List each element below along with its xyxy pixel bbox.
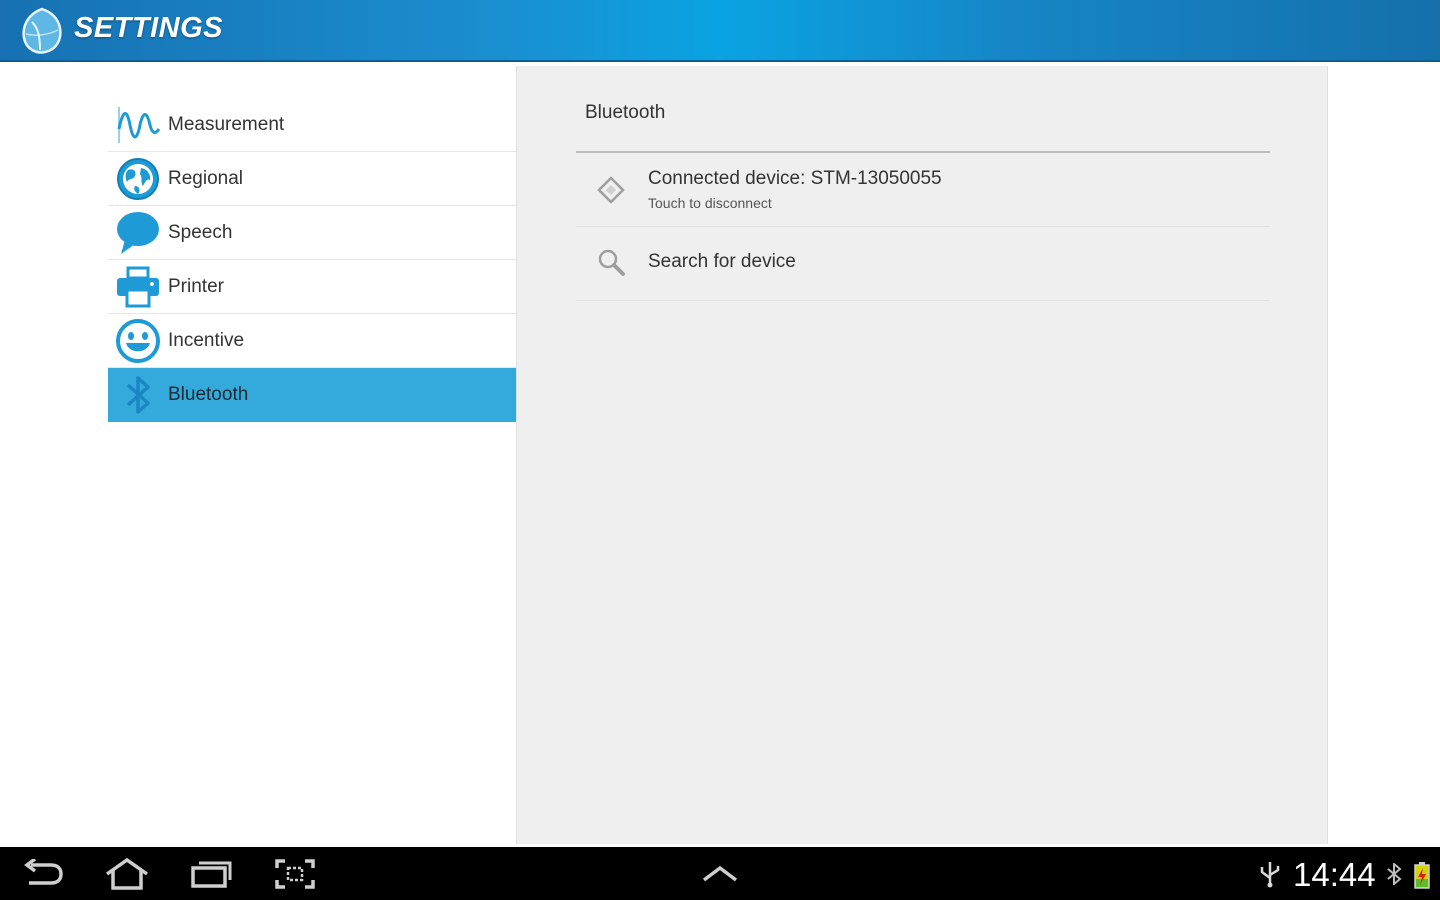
app-header: SETTINGS <box>0 0 1440 62</box>
bluetooth-status-icon <box>1387 863 1402 885</box>
usb-icon <box>1260 862 1280 888</box>
back-button[interactable] <box>20 857 66 891</box>
bluetooth-icon <box>114 371 162 419</box>
connected-device-summary: Touch to disconnect <box>648 195 772 211</box>
sidebar-item-regional[interactable]: Regional <box>108 152 516 206</box>
system-navigation-bar <box>0 847 1440 900</box>
search-device-row[interactable]: Search for device <box>576 227 1270 301</box>
recent-apps-button[interactable] <box>188 857 234 891</box>
waveform-icon <box>114 101 162 149</box>
sidebar-item-speech[interactable]: Speech <box>108 206 516 260</box>
status-clock: 14:44 <box>1293 856 1376 893</box>
app-tray-button[interactable] <box>697 857 743 891</box>
globe-icon <box>114 155 162 203</box>
search-icon <box>598 249 625 276</box>
sidebar-item-printer[interactable]: Printer <box>108 260 516 314</box>
sidebar-item-incentive[interactable]: Incentive <box>108 314 516 368</box>
screenshot-icon <box>275 859 315 889</box>
battery-icon <box>1414 862 1430 889</box>
sidebar-item-label: Incentive <box>168 329 245 351</box>
bluetooth-settings-panel: Bluetooth Connected device: STM-13050055… <box>516 66 1328 844</box>
search-device-title: Search for device <box>648 251 796 272</box>
speech-bubble-icon <box>114 209 162 257</box>
smiley-icon <box>114 317 162 365</box>
sidebar-item-label: Printer <box>168 275 224 297</box>
chevron-up-icon <box>702 865 738 882</box>
connected-device-title: Connected device: STM-13050055 <box>648 168 942 189</box>
sidebar-item-label: Bluetooth <box>168 384 249 405</box>
sidebar-item-label: Speech <box>168 221 233 243</box>
sidebar-item-bluetooth[interactable]: Bluetooth <box>108 368 516 422</box>
back-icon <box>24 859 63 885</box>
screenshot-button[interactable] <box>272 857 318 891</box>
settings-category-list: Measurement Regional Speech Printer Ince… <box>108 98 516 422</box>
panel-title: Bluetooth <box>585 102 666 123</box>
app-title: SETTINGS <box>74 12 224 44</box>
sidebar-item-label: Measurement <box>168 113 285 135</box>
connected-device-row[interactable]: Connected device: STM-13050055 Touch to … <box>576 153 1270 227</box>
home-button[interactable] <box>104 857 150 891</box>
leaf-drop-logo-icon <box>22 7 62 54</box>
sidebar-item-measurement[interactable]: Measurement <box>108 98 516 152</box>
printer-icon <box>114 263 162 311</box>
sidebar-item-label: Regional <box>168 167 243 189</box>
device-diamond-icon <box>597 176 625 204</box>
home-icon <box>105 858 149 890</box>
recent-apps-icon <box>191 861 232 888</box>
